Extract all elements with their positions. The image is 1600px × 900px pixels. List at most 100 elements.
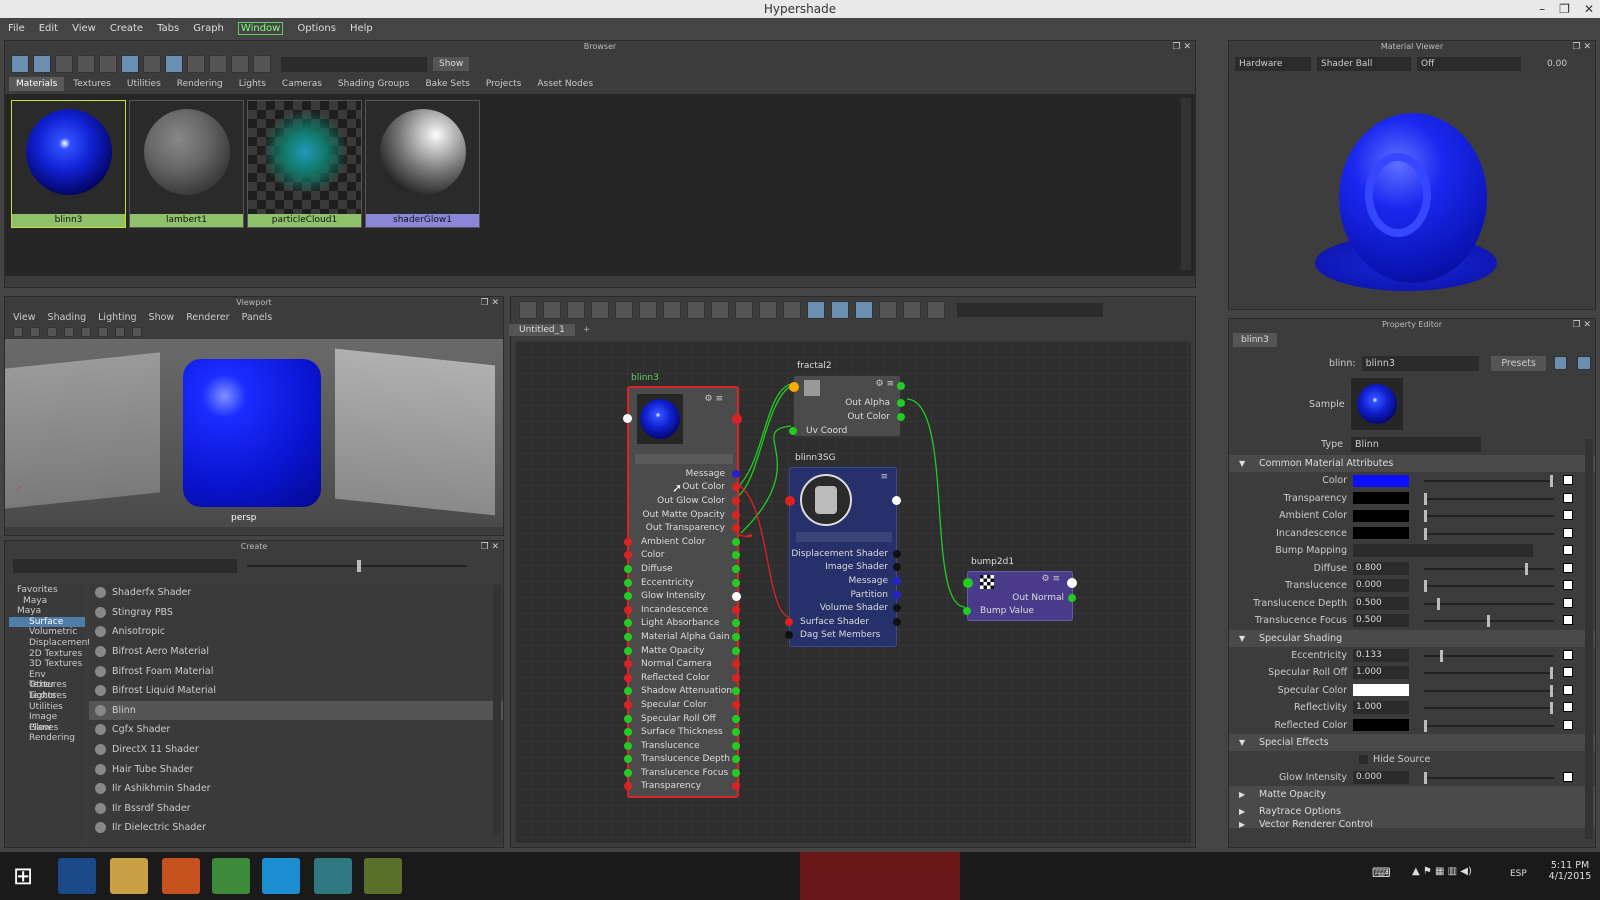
port-dot[interactable] xyxy=(732,483,740,492)
glow-value[interactable]: 0.000 xyxy=(1353,770,1409,784)
viewport-menu-shading[interactable]: Shading xyxy=(48,312,87,323)
attr-input[interactable]: Glow Intensity xyxy=(624,589,741,603)
swatch-toggle-icon[interactable] xyxy=(903,301,921,319)
attr-slider[interactable] xyxy=(1424,492,1554,505)
attr-value[interactable]: 0.133 xyxy=(1353,648,1409,662)
node-output-port[interactable] xyxy=(1067,578,1077,588)
color-swatch[interactable] xyxy=(1353,719,1409,732)
slider-handle[interactable] xyxy=(1524,562,1528,575)
graph-output-icon[interactable] xyxy=(567,301,585,319)
slider-handle[interactable] xyxy=(1424,771,1427,784)
add-tab-button[interactable]: + xyxy=(575,325,599,335)
attr-output[interactable]: Out Normal xyxy=(1012,591,1064,605)
list-item[interactable]: Bifrost Liquid Material xyxy=(89,681,503,701)
color-swatch[interactable] xyxy=(1353,492,1409,505)
node-blinn3[interactable]: ⚙ ≡ Message Out Color Out Glow Color Out… xyxy=(623,386,742,798)
port-dot[interactable] xyxy=(732,496,740,505)
menu-create[interactable]: Create xyxy=(110,23,143,34)
node-menu-icon[interactable]: ⚙ ≡ xyxy=(876,379,894,389)
create-search-input[interactable] xyxy=(13,559,237,573)
port-dot[interactable] xyxy=(624,619,632,628)
section-raytrace[interactable]: ▶ Raytrace Options xyxy=(1229,803,1595,820)
port-dot[interactable] xyxy=(624,605,632,614)
map-button-icon[interactable] xyxy=(1563,649,1573,660)
viewport-menu-view[interactable]: View xyxy=(13,312,36,323)
tree-item[interactable]: Utilities xyxy=(9,702,85,713)
grid-icon[interactable] xyxy=(30,327,40,337)
attr-input[interactable]: Incandescence xyxy=(624,603,740,617)
node-output-port[interactable] xyxy=(897,382,905,390)
focus-icon[interactable] xyxy=(1553,356,1568,370)
list-item[interactable]: Hair Tube Shader xyxy=(89,759,503,779)
layout-icon[interactable] xyxy=(687,301,705,319)
toggle-icon[interactable] xyxy=(11,55,29,73)
map-button-icon[interactable] xyxy=(1563,545,1573,555)
port-dot[interactable] xyxy=(897,413,905,421)
attr-slider[interactable] xyxy=(1424,510,1554,522)
viewport-menu-panels[interactable]: Panels xyxy=(242,312,273,323)
tab-shading-groups[interactable]: Shading Groups xyxy=(331,77,417,91)
port-dot[interactable] xyxy=(624,592,632,601)
menu-file[interactable]: File xyxy=(8,23,25,34)
attr-value[interactable]: 1.000 xyxy=(1353,666,1409,680)
tree-item[interactable]: Maya xyxy=(9,596,85,607)
tab-blinn3[interactable]: blinn3 xyxy=(1233,333,1277,347)
port-dot[interactable] xyxy=(732,469,740,478)
swatch-particlecloud1[interactable]: particleCloud1 xyxy=(247,100,362,228)
port-dot[interactable] xyxy=(624,673,632,682)
slider-handle[interactable] xyxy=(1424,492,1427,505)
attr-input[interactable]: Light Absorbance xyxy=(624,617,740,631)
tab-materials[interactable]: Materials xyxy=(9,77,65,91)
xlarge-icon[interactable] xyxy=(143,55,161,73)
tree-item[interactable]: Displacement xyxy=(9,638,91,649)
list-item[interactable]: Cgfx Shader xyxy=(89,720,503,740)
attr-row[interactable]: Displacement Shader xyxy=(790,547,901,561)
tree-item[interactable]: Volumetric xyxy=(9,627,85,638)
browser-search-input[interactable] xyxy=(281,56,427,72)
tree-item[interactable]: 2D Textures xyxy=(9,649,85,660)
attr-slider[interactable] xyxy=(1424,684,1554,697)
attr-row[interactable]: Image Shader xyxy=(790,561,901,575)
restore-icon[interactable]: ❐ xyxy=(1559,0,1570,18)
map-button-icon[interactable] xyxy=(1563,667,1573,677)
clock[interactable]: 5:11 PM 4/1/2015 xyxy=(1544,860,1596,882)
remove-selected-icon[interactable] xyxy=(639,301,657,319)
ie-icon[interactable] xyxy=(58,858,96,894)
tab-bake-sets[interactable]: Bake Sets xyxy=(418,77,476,91)
attr-value[interactable]: 0.800 xyxy=(1353,561,1409,575)
shape-select[interactable]: Shader Ball xyxy=(1317,57,1411,71)
section-vector[interactable]: ▶ Vector Renderer Control xyxy=(1229,820,1595,828)
light-icon[interactable] xyxy=(98,327,108,337)
section-common[interactable]: ▼ Common Material Attributes xyxy=(1229,455,1595,472)
list-item[interactable]: Ilr Ashikhmin Shader xyxy=(89,779,503,799)
map-button-icon[interactable] xyxy=(1563,771,1573,782)
list-item[interactable]: Bifrost Aero Material xyxy=(89,642,503,662)
attr-row[interactable]: Message xyxy=(790,574,901,588)
tree-item[interactable]: Surface xyxy=(9,616,85,628)
attr-slider[interactable] xyxy=(1424,597,1554,610)
list-item[interactable]: Stingray PBS xyxy=(89,603,503,623)
menu-view[interactable]: View xyxy=(72,23,96,34)
map-button-icon[interactable] xyxy=(1563,562,1573,573)
graph-canvas[interactable]: blinn3 ⚙ ≡ Message Out Color Out Glow Co… xyxy=(515,341,1191,843)
panel-close-icon[interactable]: ❐ ✕ xyxy=(481,541,499,553)
list-item[interactable]: Anisotropic xyxy=(89,622,503,642)
maya-icon[interactable] xyxy=(314,858,352,894)
attr-slider[interactable] xyxy=(1424,562,1554,575)
graph-input-icon[interactable] xyxy=(519,301,537,319)
tree-item[interactable]: Image Planes xyxy=(9,712,85,733)
swatch-blinn3[interactable]: blinn3 xyxy=(11,100,126,228)
attr-slider[interactable] xyxy=(1424,527,1554,540)
tree-item[interactable]: 3D Textures xyxy=(9,659,85,670)
port-dot[interactable] xyxy=(624,700,632,709)
panel-close-icon[interactable]: ❐ ✕ xyxy=(481,297,499,309)
slider-handle[interactable] xyxy=(1487,615,1490,627)
grid-toggle-icon[interactable] xyxy=(855,301,873,319)
simple-mode-icon[interactable] xyxy=(711,301,729,319)
show-button[interactable]: Show xyxy=(433,57,470,71)
graph-search-input[interactable] xyxy=(957,303,1103,317)
node-menu-icon[interactable]: ⚙ ≡ xyxy=(705,394,723,404)
port-dot[interactable] xyxy=(624,660,632,669)
color-swatch[interactable] xyxy=(1353,527,1409,540)
copy-tab-icon[interactable] xyxy=(1577,356,1591,370)
